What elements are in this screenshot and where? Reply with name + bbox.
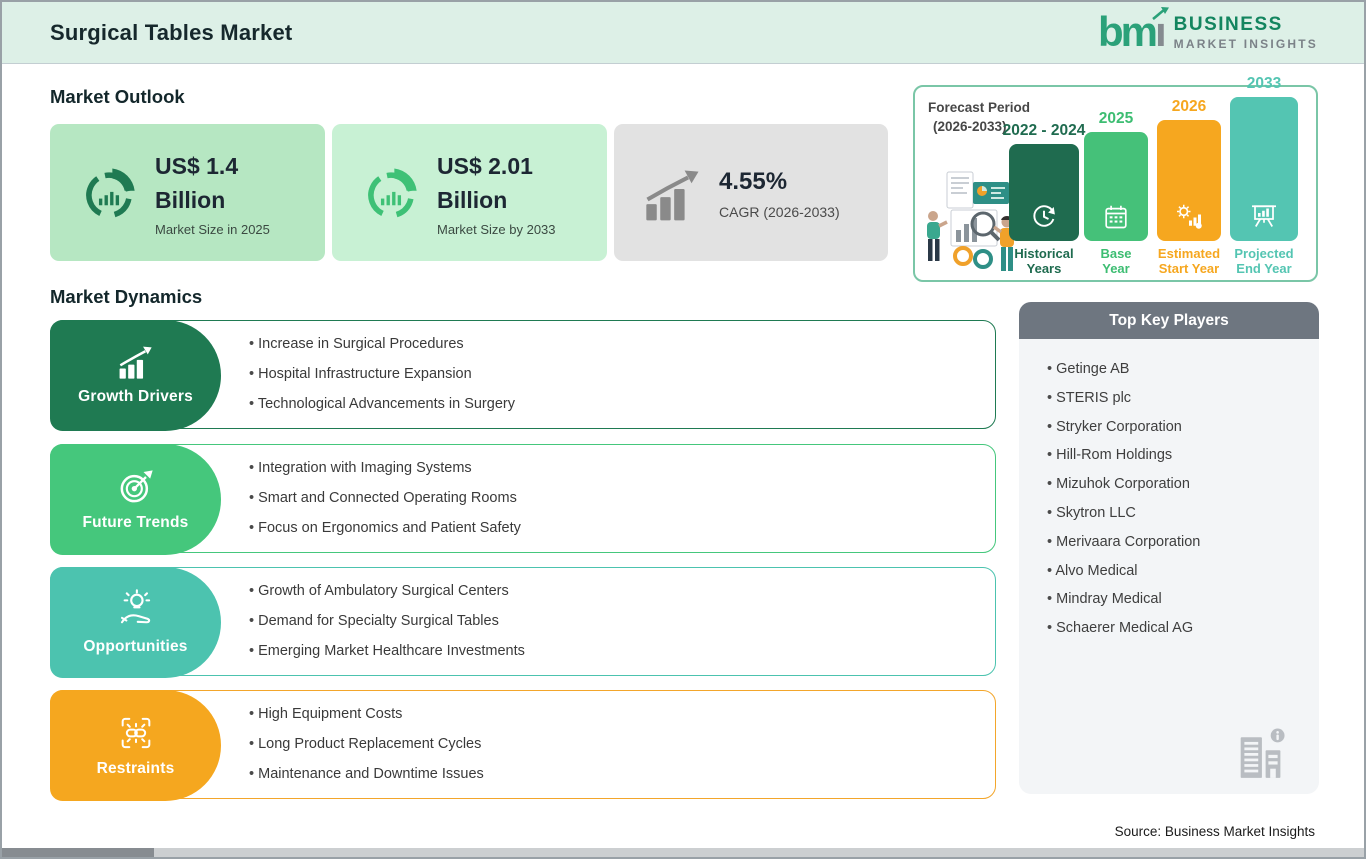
bar-year-label: 2033 [1246,75,1282,92]
bullet-item: Growth of Ambulatory Surgical Centers [249,581,525,602]
key-player-item: Skytron LLC [1047,505,1309,521]
market-size-value: US$ 1.4 Billion [155,152,239,213]
pill-label: Growth Drivers [78,388,193,405]
future-trends-bullets: Integration with Imaging Systems Smart a… [249,445,521,552]
stat-card-market-size-2033: US$ 2.01 Billion Market Size by 2033 [332,124,607,261]
pill-label: Future Trends [82,514,189,531]
bullet-item: Hospital Infrastructure Expansion [249,364,515,385]
key-players-list: Getinge AB STERIS plc Stryker Corporatio… [1019,339,1319,636]
dynamics-row-growth-drivers: Growth Drivers Increase in Surgical Proc… [50,320,996,431]
opportunities-bullets: Growth of Ambulatory Surgical Centers De… [249,568,525,675]
pill-label: Restraints [96,760,175,777]
bullet-item: Emerging Market Healthcare Investments [249,641,525,662]
cagr-caption: CAGR (2026-2033) [719,204,840,220]
market-size-caption: Market Size by 2033 [437,221,556,237]
bar-base-year [1084,132,1148,241]
presentation-chart-icon [1252,205,1276,227]
bar-caption: Base Year [1100,246,1132,276]
bar-year-label: 2022 - 2024 [1002,122,1086,139]
key-player-item: Hill-Rom Holdings [1047,447,1309,463]
scrollbar-thumb[interactable] [2,848,154,857]
key-player-item: Schaerer Medical AG [1047,620,1309,636]
key-player-item: Stryker Corporation [1047,419,1309,435]
bar-year-label: 2026 [1171,98,1207,115]
idea-hand-icon [120,589,150,624]
donut-chart-icon [86,167,135,218]
bar-projected-end-year [1230,97,1298,241]
bar-estimated-start-year [1157,120,1221,241]
header-bar: Surgical Tables Market bmı BUSINESS MARK… [2,2,1364,64]
growth-chart-icon [646,169,699,220]
pill-label: Opportunities [83,638,188,655]
bullet-item: Long Product Replacement Cycles [249,734,484,755]
key-player-item: Alvo Medical [1047,563,1309,579]
bullet-item: Integration with Imaging Systems [249,458,521,479]
key-player-item: Mizuhok Corporation [1047,476,1309,492]
dynamics-row-future-trends: Future Trends Integration with Imaging S… [50,444,996,555]
market-outlook-heading: Market Outlook [50,86,185,107]
stat-card-market-size-2025: US$ 1.4 Billion Market Size in 2025 [50,124,325,261]
gear-chart-icon [1177,204,1202,229]
dynamics-row-opportunities: Opportunities Growth of Ambulatory Surgi… [50,567,996,678]
clock-history-icon [1033,205,1055,227]
logo-wordmark: BUSINESS MARKET INSIGHTS [1173,13,1318,51]
restraints-pill: Restraints [50,690,221,801]
market-size-caption: Market Size in 2025 [155,221,270,237]
bullet-item: Increase in Surgical Procedures [249,334,515,355]
opportunities-pill: Opportunities [50,567,221,678]
stat-card-cagr: 4.55% CAGR (2026-2033) [614,124,888,261]
calendar-icon [1105,205,1127,229]
source-attribution: Source: Business Market Insights [1114,824,1315,839]
bullet-item: Demand for Specialty Surgical Tables [249,611,525,632]
forecast-bar-base-year: 2025 Base Year [1084,110,1148,276]
bar-caption: Estimated Start Year [1157,246,1221,276]
chain-link-icon [121,717,150,749]
analysts-illustration [927,171,1014,271]
forecast-bar-projected-end: 2033 Projected End Year [1230,75,1298,276]
key-player-item: Mindray Medical [1047,591,1309,607]
bar-year-label: 2025 [1098,110,1134,127]
bar-caption: Historical Years [1014,246,1074,276]
building-info-icon [1240,728,1285,778]
bar-caption: Projected End Year [1234,246,1294,276]
bullet-item: Smart and Connected Operating Rooms [249,488,521,509]
bullet-item: High Equipment Costs [249,704,484,725]
dynamics-row-restraints: Restraints High Equipment Costs Long Pro… [50,690,996,801]
growth-drivers-bullets: Increase in Surgical Procedures Hospital… [249,321,515,428]
market-size-value: US$ 2.01 Billion [437,152,533,213]
cagr-value: 4.55% [719,168,788,195]
horizontal-scrollbar[interactable] [2,848,1364,857]
forecast-bar-estimated-start: 2026 Estimated Start Year [1157,98,1221,276]
page-title: Surgical Tables Market [50,20,293,45]
market-dynamics-heading: Market Dynamics [50,286,203,307]
bullet-item: Focus on Ergonomics and Patient Safety [249,518,521,539]
key-player-item: STERIS plc [1047,390,1309,406]
future-trends-pill: Future Trends [50,444,221,555]
key-player-item: Getinge AB [1047,361,1309,377]
donut-chart-icon [368,167,417,218]
restraints-bullets: High Equipment Costs Long Product Replac… [249,691,484,798]
bullet-item: Maintenance and Downtime Issues [249,764,484,785]
growth-chart-icon [119,346,152,379]
top-key-players-panel: Top Key Players Getinge AB STERIS plc St… [1019,302,1319,794]
logo-arrow-icon [1151,7,1169,20]
key-player-item: Merivaara Corporation [1047,534,1309,550]
person-left [927,211,948,261]
bar-historical-years [1009,144,1079,241]
growth-drivers-pill: Growth Drivers [50,320,221,431]
target-dart-icon [120,470,153,503]
key-players-heading: Top Key Players [1019,302,1319,339]
bullet-item: Technological Advancements in Surgery [249,394,515,415]
forecast-bar-historical: 2022 - 2024 Historical Years [1003,122,1086,276]
bmi-logo-mark-icon: bmı [1098,7,1169,56]
infographic-canvas: Surgical Tables Market bmı BUSINESS MARK… [0,0,1366,859]
bmi-logo: bmı BUSINESS MARKET INSIGHTS [1098,7,1318,56]
forecast-period-panel: Forecast Period (2026-2033) 2022 - 2024 … [913,75,1318,282]
